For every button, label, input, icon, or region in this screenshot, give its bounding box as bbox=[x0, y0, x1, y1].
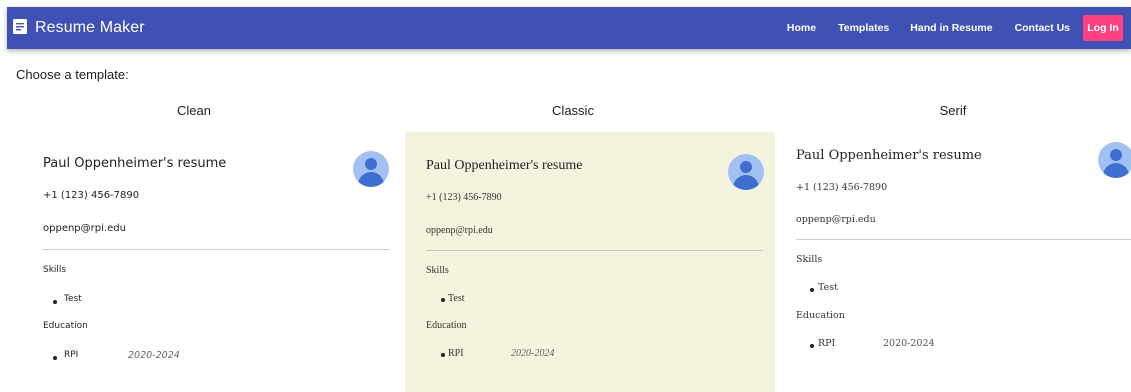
resume-email: oppenp@rpi.edu bbox=[796, 214, 876, 225]
nav-hand-in-resume-link[interactable]: Hand in Resume bbox=[910, 22, 992, 34]
navbar: Resume Maker Home Templates Hand in Resu… bbox=[7, 7, 1131, 49]
resume-phone: +1 (123) 456-7890 bbox=[426, 192, 502, 203]
bullet-icon bbox=[441, 353, 445, 357]
education-heading: Education bbox=[43, 321, 88, 331]
bullet-icon bbox=[53, 356, 57, 360]
skills-heading: Skills bbox=[796, 254, 823, 265]
resume-email: oppenp@rpi.edu bbox=[43, 223, 126, 234]
resume-name: Paul Oppenheimer's resume bbox=[426, 158, 583, 173]
bullet-icon bbox=[441, 298, 445, 302]
user-avatar-icon bbox=[728, 154, 764, 190]
nav-home-link[interactable]: Home bbox=[787, 22, 816, 34]
skills-heading: Skills bbox=[43, 265, 67, 275]
education-heading: Education bbox=[426, 320, 467, 331]
education-years: 2020-2024 bbox=[511, 348, 555, 359]
skill-item: Test bbox=[64, 294, 82, 304]
app-title: Resume Maker bbox=[35, 19, 145, 36]
login-button[interactable]: Log In bbox=[1083, 15, 1123, 41]
resume-name: Paul Oppenheimer's resume bbox=[796, 148, 982, 163]
template-card-clean[interactable]: Paul Oppenheimer's resume +1 (123) 456-7… bbox=[21, 135, 401, 392]
education-years: 2020-2024 bbox=[128, 350, 180, 361]
education-school: RPI bbox=[818, 338, 836, 349]
template-title-clean: Clean bbox=[177, 103, 211, 118]
template-title-serif: Serif bbox=[939, 103, 967, 118]
education-years: 2020-2024 bbox=[883, 338, 935, 349]
user-avatar-icon bbox=[353, 151, 389, 187]
divider bbox=[796, 239, 1131, 240]
divider bbox=[43, 249, 389, 250]
template-card-classic[interactable]: Paul Oppenheimer's resume +1 (123) 456-7… bbox=[405, 132, 775, 392]
education-school: RPI bbox=[64, 350, 79, 360]
user-avatar-icon bbox=[1098, 142, 1131, 178]
resume-phone: +1 (123) 456-7890 bbox=[796, 182, 888, 193]
skill-item: Test bbox=[448, 293, 465, 304]
education-heading: Education bbox=[796, 310, 845, 321]
bullet-icon bbox=[810, 344, 814, 348]
page-heading: Choose a template: bbox=[16, 67, 129, 82]
divider bbox=[426, 250, 763, 251]
bullet-icon bbox=[810, 288, 814, 292]
document-icon bbox=[13, 18, 27, 34]
resume-name: Paul Oppenheimer's resume bbox=[43, 156, 227, 171]
skills-heading: Skills bbox=[426, 265, 449, 276]
brand[interactable]: Resume Maker bbox=[13, 7, 145, 49]
resume-phone: +1 (123) 456-7890 bbox=[43, 190, 140, 201]
skill-item: Test bbox=[818, 282, 838, 293]
resume-email: oppenp@rpi.edu bbox=[426, 225, 493, 236]
bullet-icon bbox=[53, 300, 57, 304]
nav-templates-link[interactable]: Templates bbox=[838, 22, 889, 34]
nav-contact-us-link[interactable]: Contact Us bbox=[1015, 22, 1070, 34]
template-card-serif[interactable]: Paul Oppenheimer's resume +1 (123) 456-7… bbox=[775, 125, 1131, 392]
nav-links: Home Templates Hand in Resume Contact Us… bbox=[787, 7, 1131, 49]
template-title-classic: Classic bbox=[552, 103, 594, 118]
education-school: RPI bbox=[448, 348, 464, 359]
